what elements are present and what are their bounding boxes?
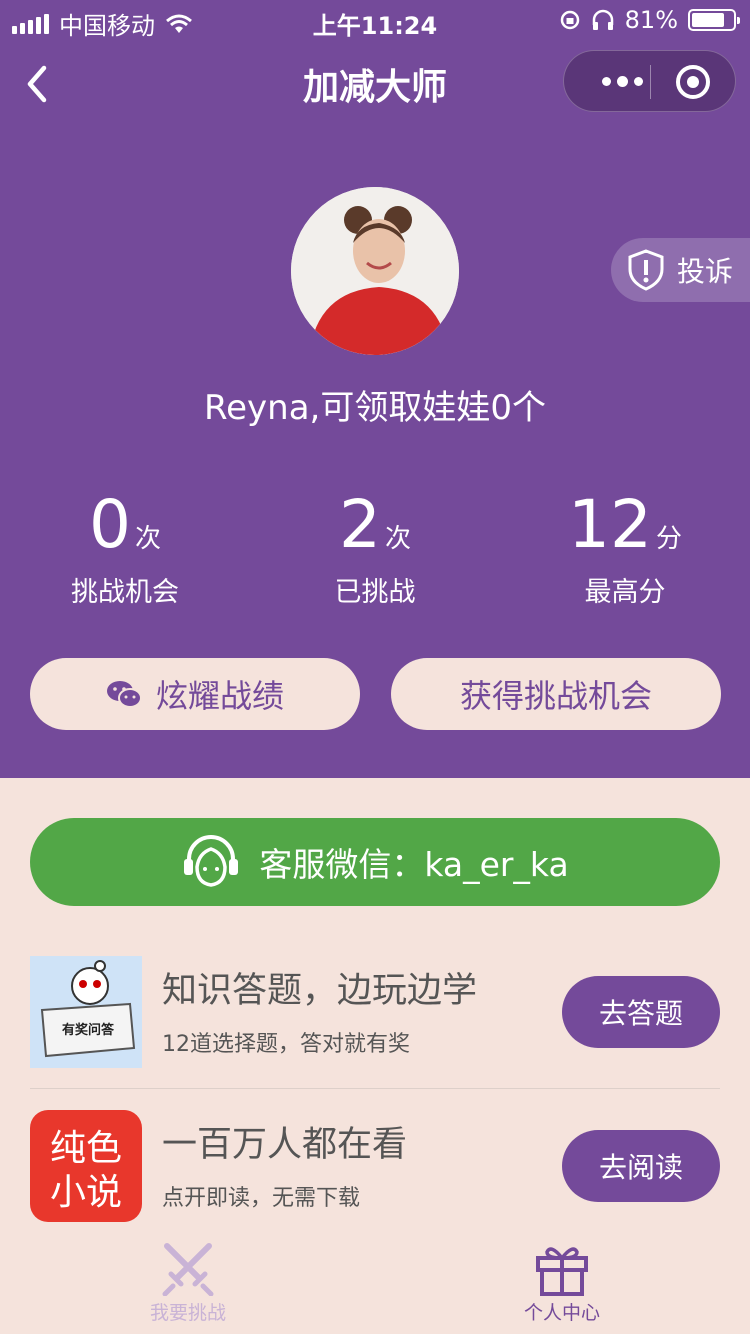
stat-unit: 分 (655, 524, 682, 554)
close-target-icon[interactable] (676, 65, 710, 99)
battery-icon (688, 9, 740, 31)
tab-profile[interactable]: 个人中心 (492, 1240, 632, 1325)
promo-subtitle: 12道选择题，答对就有奖 (162, 1032, 410, 1057)
status-bar: 中国移动 上午11:24 81% (0, 0, 750, 40)
stat-value: 0 (88, 486, 131, 563)
stat-label: 已挑战 (334, 577, 416, 608)
logo-line1: 纯色 (50, 1128, 122, 1169)
stat-label: 最高分 (584, 577, 666, 608)
shield-alert-icon (628, 249, 664, 291)
show-off-label: 炫耀战绩 (155, 677, 284, 715)
headphones-icon (592, 9, 613, 30)
complaint-label: 投诉 (677, 255, 734, 288)
tab-label: 我要挑战 (149, 1302, 226, 1324)
wechat-icon (106, 681, 142, 708)
stat-unit: 次 (134, 524, 161, 554)
stat-label: 挑战机会 (71, 577, 179, 608)
promo-subtitle: 点开即读，无需下载 (162, 1186, 361, 1211)
promo-quiz: 有奖问答 知识答题，边玩边学 12道选择题，答对就有奖 去答题 (30, 956, 720, 1068)
capsule-divider (650, 65, 651, 99)
stat-challenged: 2次 已挑战 (250, 490, 500, 609)
tab-bar: 我要挑战 个人中心 (0, 1236, 750, 1334)
promo-novel: 纯色 小说 一百万人都在看 点开即读，无需下载 去阅读 (30, 1110, 720, 1222)
novel-app-logo: 纯色 小说 (30, 1110, 142, 1222)
show-off-button[interactable]: 炫耀战绩 (30, 658, 360, 730)
gift-icon (536, 1247, 588, 1296)
user-greeting: Reyna,可领取娃娃0个 (204, 388, 546, 428)
mini-program-capsule (563, 50, 736, 112)
avatar (291, 187, 459, 355)
get-chance-label: 获得挑战机会 (459, 677, 652, 715)
customer-service-label: 客服微信：ka_er_ka (259, 845, 569, 884)
quiz-thumbnail: 有奖问答 (30, 956, 142, 1068)
tab-challenge[interactable]: 我要挑战 (118, 1240, 258, 1325)
go-quiz-button[interactable]: 去答题 (562, 976, 720, 1048)
stat-value: 2 (338, 486, 381, 563)
go-read-button[interactable]: 去阅读 (562, 1130, 720, 1202)
stat-challenge-chances: 0次 挑战机会 (0, 490, 250, 609)
customer-service-button[interactable]: 客服微信：ka_er_ka (30, 818, 720, 906)
battery-percent: 81% (624, 6, 678, 34)
stat-unit: 次 (384, 524, 411, 554)
stat-value: 12 (568, 486, 652, 563)
promo-title: 一百万人都在看 (162, 1125, 408, 1165)
stat-high-score: 12 分 最高分 (500, 490, 750, 609)
logo-line2: 小说 (50, 1172, 122, 1213)
list-divider (30, 1088, 720, 1089)
more-icon[interactable] (592, 51, 652, 111)
complaint-button[interactable]: 投诉 (611, 238, 750, 302)
quiz-badge-text: 有奖问答 (62, 1022, 115, 1038)
tab-label: 个人中心 (523, 1302, 600, 1324)
get-chance-button[interactable]: 获得挑战机会 (391, 658, 721, 730)
crossed-swords-icon (162, 1243, 214, 1296)
rotation-lock-icon (560, 10, 579, 30)
promo-title: 知识答题，边玩边学 (162, 971, 478, 1011)
customer-service-icon (184, 835, 239, 887)
